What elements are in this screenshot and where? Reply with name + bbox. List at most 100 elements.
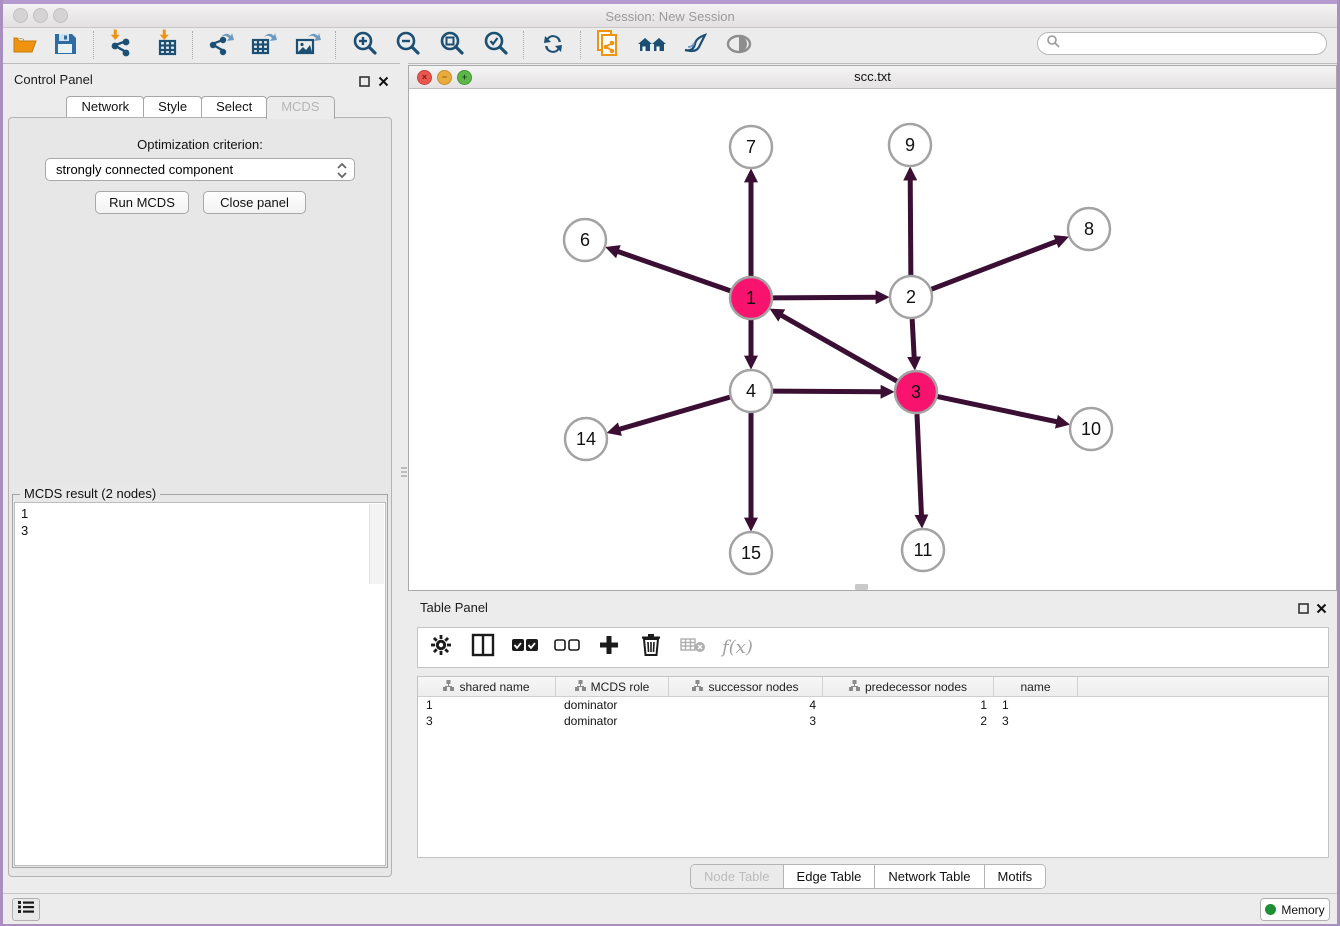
- run-mcds-button[interactable]: Run MCDS: [95, 191, 189, 214]
- export-image-icon: [292, 29, 322, 64]
- control-panel-float-button[interactable]: [359, 74, 370, 92]
- deselect-all-rows-button[interactable]: [554, 635, 580, 661]
- column-type-icon: [692, 680, 703, 694]
- apply-style-button[interactable]: [678, 31, 712, 61]
- criterion-select[interactable]: strongly connected component: [45, 158, 355, 181]
- export-network-button[interactable]: [203, 31, 237, 61]
- edge-3-1[interactable]: [781, 315, 897, 381]
- table-row[interactable]: 1dominator411: [418, 697, 1328, 713]
- export-network-icon: [205, 29, 235, 64]
- save-disk-icon: [52, 31, 78, 62]
- edge-4-3[interactable]: [773, 391, 882, 392]
- select-all-rows-button[interactable]: [512, 635, 538, 661]
- graph-node-label-2: 2: [906, 287, 916, 307]
- network-graph[interactable]: 1234678910111415: [410, 89, 1336, 590]
- toolbar-separator: [523, 31, 524, 59]
- tab-edge-table[interactable]: Edge Table: [784, 865, 876, 888]
- zoom-in-icon: [351, 30, 379, 63]
- clone-network-button[interactable]: [591, 31, 625, 61]
- list-icon: [18, 900, 34, 919]
- table-cell: 3: [994, 713, 1078, 729]
- toolbar-separator: [192, 31, 193, 59]
- tab-network-table[interactable]: Network Table: [875, 865, 984, 888]
- zoom-selected-button[interactable]: [479, 31, 513, 61]
- tab-mcds[interactable]: MCDS: [266, 96, 334, 119]
- edge-1-6[interactable]: [617, 251, 730, 291]
- refresh-icon: [539, 30, 567, 63]
- refresh-button[interactable]: [536, 31, 570, 61]
- import-table-button[interactable]: [150, 31, 184, 61]
- show-columns-button[interactable]: [470, 635, 496, 661]
- graph-node-label-6: 6: [580, 230, 590, 250]
- delete-table-icon: [680, 636, 706, 659]
- checked-boxes-icon: [512, 638, 538, 657]
- table-settings-button[interactable]: [428, 635, 454, 661]
- column-header-label: successor nodes: [708, 680, 798, 694]
- column-header-name[interactable]: name: [994, 677, 1078, 696]
- search-box[interactable]: [1037, 32, 1327, 55]
- zoom-fit-button[interactable]: [435, 31, 469, 61]
- export-image-button[interactable]: [290, 31, 324, 61]
- table-cell: 2: [823, 713, 994, 729]
- function-builder-button: f(x): [722, 637, 753, 658]
- export-table-button[interactable]: [246, 31, 280, 61]
- import-network-button[interactable]: [103, 31, 137, 61]
- tab-network[interactable]: Network: [66, 96, 144, 117]
- zoom-in-button[interactable]: [348, 31, 382, 61]
- table-toolbar: f(x): [417, 627, 1329, 668]
- save-session-button[interactable]: [48, 31, 82, 61]
- mcds-result-scrollbar[interactable]: [369, 504, 384, 584]
- network-canvas[interactable]: 1234678910111415: [410, 89, 1336, 590]
- edge-2-3[interactable]: [912, 319, 914, 358]
- table-panel-tabs: Node TableEdge TableNetwork TableMotifs: [690, 864, 1046, 889]
- close-panel-button[interactable]: Close panel: [203, 191, 306, 214]
- table-panel-float-button[interactable]: [1298, 601, 1309, 619]
- column-header-successor-nodes[interactable]: successor nodes: [669, 677, 823, 696]
- tab-node-table[interactable]: Node Table: [691, 865, 784, 888]
- column-header-predecessor-nodes[interactable]: predecessor nodes: [823, 677, 994, 696]
- mcds-result-lines: 13: [21, 505, 385, 539]
- vertical-splitter[interactable]: [400, 63, 408, 893]
- table-cell: 1: [994, 697, 1078, 713]
- control-panel-close-button[interactable]: [378, 74, 389, 92]
- column-header-shared-name[interactable]: shared name: [418, 677, 556, 696]
- open-file-button[interactable]: [8, 31, 42, 61]
- edge-1-2[interactable]: [773, 297, 877, 298]
- control-panel-tabs: NetworkStyleSelectMCDS: [0, 96, 400, 118]
- edge-4-14[interactable]: [619, 397, 730, 429]
- graph-node-label-9: 9: [905, 135, 915, 155]
- tab-style[interactable]: Style: [143, 96, 202, 117]
- mcds-result-text[interactable]: 13: [14, 502, 386, 866]
- memory-status-icon: [1265, 904, 1276, 915]
- edge-2-8[interactable]: [932, 241, 1058, 289]
- zoom-out-button[interactable]: [391, 31, 425, 61]
- open-folder-icon: [11, 30, 39, 63]
- table-row[interactable]: 3dominator323: [418, 713, 1328, 729]
- column-header-MCDS-role[interactable]: MCDS role: [556, 677, 669, 696]
- table-panel-close-button[interactable]: [1316, 601, 1327, 619]
- table-cell: 1: [823, 697, 994, 713]
- import-table-icon: [152, 29, 182, 64]
- tab-select[interactable]: Select: [201, 96, 267, 117]
- add-column-button[interactable]: [596, 635, 622, 661]
- graph-node-label-3: 3: [911, 382, 921, 402]
- memory-button[interactable]: Memory: [1260, 898, 1330, 921]
- splitter-grip[interactable]: [401, 465, 407, 479]
- edge-3-10[interactable]: [938, 397, 1058, 422]
- table-header-row: shared nameMCDS role successor nodes prede…: [418, 677, 1328, 697]
- mcds-result-line: 3: [21, 522, 385, 539]
- network-overview-button[interactable]: [635, 31, 669, 61]
- edge-2-9[interactable]: [910, 179, 911, 275]
- network-resize-grip[interactable]: [855, 584, 868, 590]
- table-cell: dominator: [556, 713, 669, 729]
- delete-column-button[interactable]: [638, 635, 664, 661]
- memory-label: Memory: [1281, 903, 1324, 917]
- tab-motifs[interactable]: Motifs: [985, 865, 1046, 888]
- edge-3-11[interactable]: [917, 414, 922, 516]
- column-type-icon: [849, 680, 860, 694]
- node-table[interactable]: shared nameMCDS role successor nodes prede…: [417, 676, 1329, 858]
- houses-icon: [636, 30, 668, 63]
- task-history-button[interactable]: [12, 898, 40, 921]
- hide-panel-button[interactable]: [722, 31, 756, 61]
- main-toolbar: [3, 28, 1337, 64]
